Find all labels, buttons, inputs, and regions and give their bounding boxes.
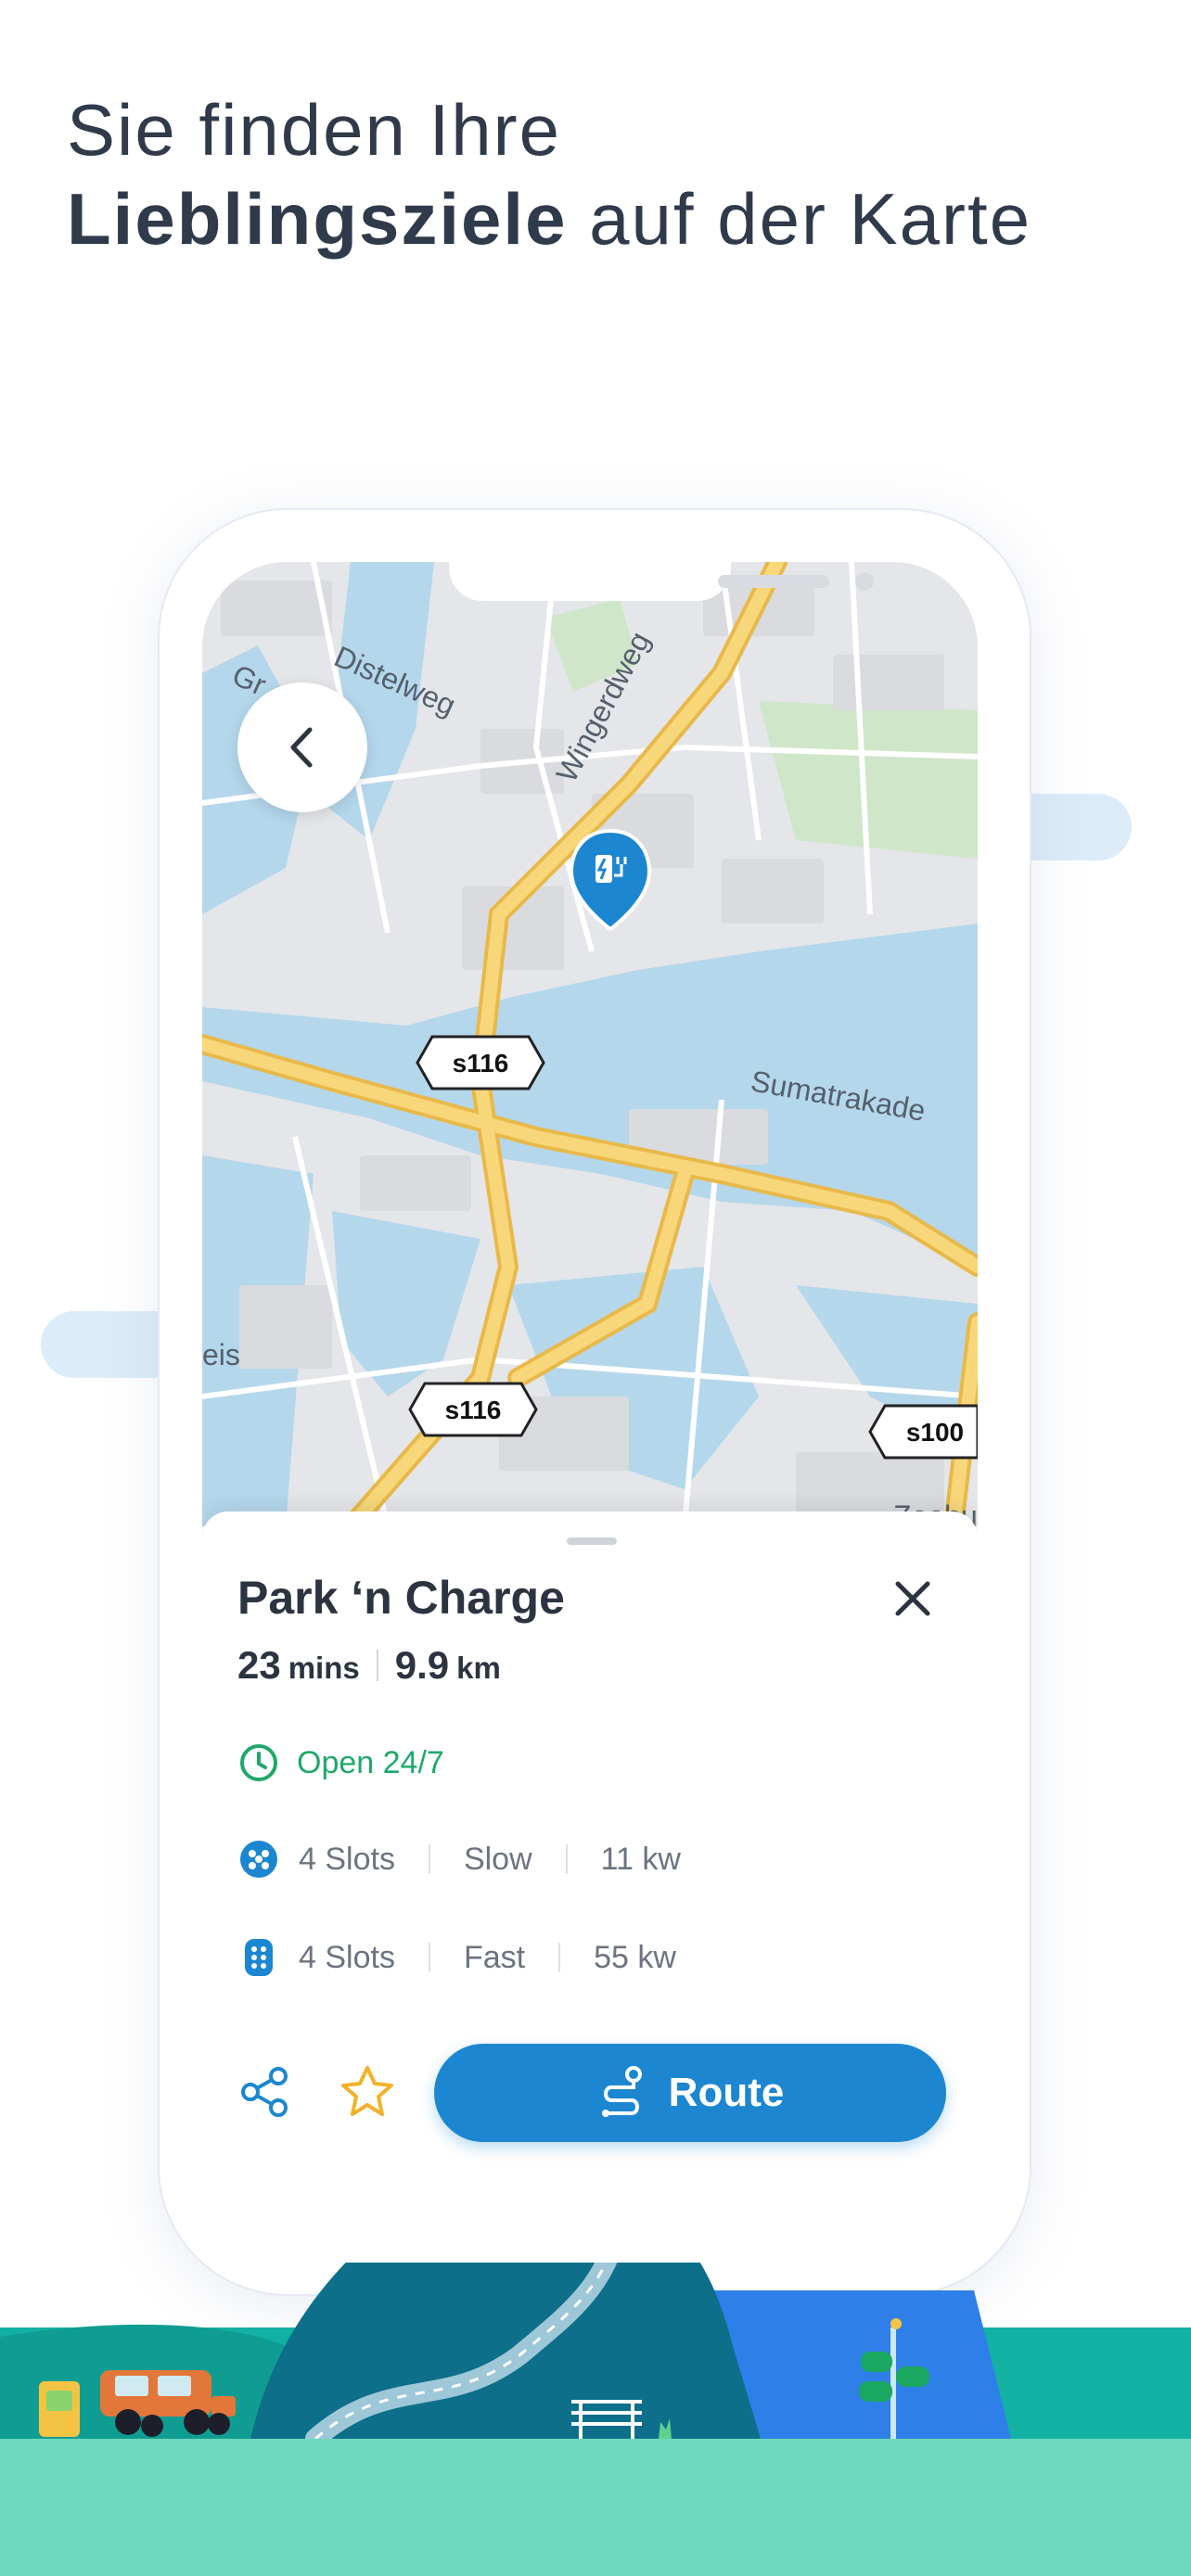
connector-type2-icon xyxy=(240,1841,277,1878)
distance-value: 9.9 xyxy=(394,1643,450,1687)
divider xyxy=(558,1943,561,1972)
action-bar: Route xyxy=(237,2044,946,2142)
slot-power: 11 kw xyxy=(600,1841,681,1877)
opening-hours-text: Open 24/7 xyxy=(297,1744,444,1780)
station-name: Park ‘n Charge xyxy=(237,1572,565,1624)
svg-text:s100: s100 xyxy=(906,1418,964,1447)
camera xyxy=(855,572,874,591)
speaker xyxy=(718,575,829,588)
phone-screen: Distelweg Wingerdweg Sumatrakade Gr eis … xyxy=(202,562,978,2263)
headline-line-2: Lieblingsziele auf der Karte xyxy=(67,174,1143,263)
street-label: eis xyxy=(202,1338,240,1371)
headline: Sie finden Ihre Lieblingsziele auf der K… xyxy=(67,85,1143,263)
divider xyxy=(428,1844,430,1874)
close-icon[interactable] xyxy=(887,1573,939,1625)
station-details-sheet: Park ‘n Charge 23 mins 9.9 km Open 24/7 … xyxy=(202,1511,978,2263)
phone-notch xyxy=(449,562,874,601)
slot-power: 55 kw xyxy=(594,1939,676,1975)
route-label: Route xyxy=(668,2070,785,2115)
clock-icon xyxy=(240,1744,277,1781)
divider xyxy=(428,1943,430,1972)
headline-rest: auf der Karte xyxy=(567,178,1032,260)
road-shield: s100 xyxy=(868,1404,978,1460)
slot-row-slow: 4 Slots Slow 11 kw xyxy=(237,1838,681,1881)
divider xyxy=(376,1650,378,1681)
slot-count: 4 Slots xyxy=(299,1841,395,1877)
trip-summary: 23 mins 9.9 km xyxy=(237,1643,501,1688)
svg-text:s116: s116 xyxy=(445,1396,502,1424)
sheet-drag-handle[interactable] xyxy=(567,1537,617,1545)
slot-row-fast: 4 Slots Fast 55 kw xyxy=(237,1936,676,1979)
road-shield: s116 xyxy=(408,1382,538,1437)
star-icon[interactable] xyxy=(338,2062,397,2122)
back-button[interactable] xyxy=(237,682,367,812)
route-icon xyxy=(601,2066,642,2117)
duration-value: 23 xyxy=(237,1643,281,1687)
route-button[interactable]: Route xyxy=(434,2044,946,2142)
slot-count: 4 Slots xyxy=(299,1939,395,1975)
headline-bold: Lieblingsziele xyxy=(67,178,568,260)
slot-speed: Slow xyxy=(463,1841,532,1877)
opening-hours: Open 24/7 xyxy=(237,1741,444,1784)
share-icon[interactable] xyxy=(237,2064,293,2120)
distance-unit: km xyxy=(456,1651,501,1685)
slot-speed: Fast xyxy=(463,1939,526,1975)
divider xyxy=(565,1844,568,1874)
road-shield: s116 xyxy=(416,1035,545,1090)
duration-unit: mins xyxy=(288,1651,360,1685)
svg-text:s116: s116 xyxy=(453,1049,509,1078)
connector-ccs-icon xyxy=(245,1939,273,1976)
headline-line-1: Sie finden Ihre xyxy=(67,89,562,171)
chevron-left-icon xyxy=(290,727,313,768)
